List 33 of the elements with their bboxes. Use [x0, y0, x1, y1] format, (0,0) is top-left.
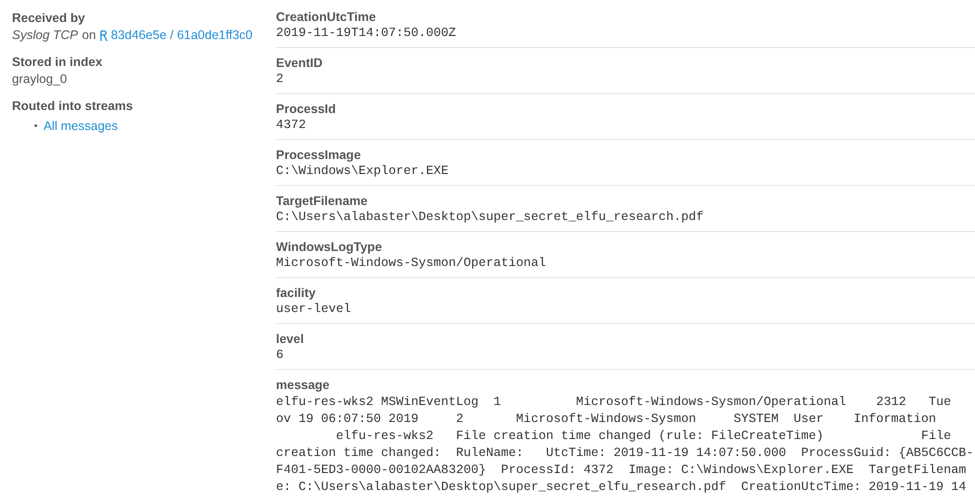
field-value: user-level	[276, 302, 352, 317]
field-value: C:\Users\alabaster\Desktop\super_secret_elfu_research.pdf	[276, 210, 705, 225]
field-name: ProcessImage	[276, 147, 362, 164]
field-value: 2019-11-19T14:07:50.000Z	[276, 26, 458, 41]
field-name: TargetFilename	[276, 193, 368, 210]
index-name: graylog_0	[12, 71, 68, 88]
message-line: elfu-res-wks2 File creation time changed (rule: FileCreateTime) File	[335, 429, 952, 444]
message-line: elfu-res-wks2 MSWinEventLog 1 Microsoft-Windows-Sysmon/Operational 2312 Tue	[276, 395, 952, 410]
stream-link[interactable]: All messages	[44, 118, 118, 135]
field-value: C:\Windows\Explorer.EXE	[276, 164, 450, 179]
field-value: 6	[276, 348, 285, 363]
field-name: EventID	[276, 55, 324, 72]
field-name: WindowsLogType	[276, 239, 383, 256]
routed-into-streams-label: Routed into streams	[12, 98, 134, 115]
bullet: •	[34, 120, 38, 134]
field-name: level	[276, 331, 305, 348]
field-value: Microsoft-Windows-Sysmon/Operational	[276, 256, 548, 271]
field-name: facility	[276, 285, 317, 302]
message-line: F401-5ED3-0000-00102AA83200} ProcessId: 4372 Image: C:\Windows\Explorer.EXE TargetFilenam	[276, 463, 968, 478]
node-icon	[100, 30, 108, 42]
message-line: e: C:\Users\alabaster\Desktop\super_secret_elfu_research.pdf CreationUtcTime: 2019-11-19 14	[276, 480, 968, 495]
stored-in-index-label: Stored in index	[12, 54, 104, 71]
received-by-label: Received by	[12, 10, 86, 27]
field-name: CreationUtcTime	[276, 9, 377, 26]
field-name: message	[276, 377, 331, 394]
node-link[interactable]: 83d46e5e / 61a0de1ff3c0	[100, 27, 252, 44]
field-value: 2	[276, 72, 285, 87]
on-text: on	[82, 27, 96, 44]
message-line: creation time changed: RuleName: UtcTime: 2019-11-19 14:07:50.000 ProcessGuid: {AB5C6CCB-	[276, 446, 975, 461]
field-name: ProcessId	[276, 101, 337, 118]
field-value: 4372	[276, 118, 308, 133]
message-line: ov 19 06:07:50 2019 2 Microsoft-Windows-Sysmon SYSTEM User Information	[276, 412, 938, 427]
input-name: Syslog TCP	[12, 27, 78, 44]
